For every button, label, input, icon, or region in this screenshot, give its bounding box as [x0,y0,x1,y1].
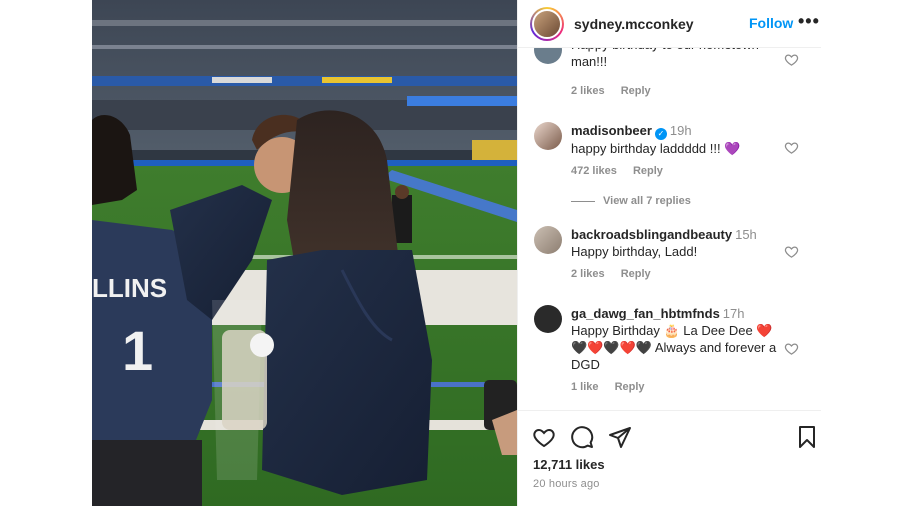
comment-time: 17h [722,306,745,321]
post-timestamp: 20 hours ago [533,478,600,490]
stadium-photo: LLINS 1 [92,0,517,506]
post-header: sydney.mcconkey Follow ••• [518,0,821,48]
comment-likes[interactable]: 2 likes [571,85,605,97]
heart-icon[interactable] [784,140,799,155]
post-actions: 12,711 likes 20 hours ago [518,410,821,506]
view-replies-label: View all 7 replies [603,195,691,207]
comment-likes[interactable]: 1 like [571,381,599,393]
bookmark-icon[interactable] [795,425,819,449]
verified-icon: ✓ [654,128,667,140]
avatar[interactable] [534,48,562,64]
comment-meta: 2 likes Reply [571,268,664,280]
share-icon[interactable] [608,425,632,449]
comment-username[interactable]: ga_dawg_fan_hbtmfnds [571,306,720,321]
follow-button[interactable]: Follow [749,15,793,31]
comment-content: ga_dawg_fan_hbtmfnds 17h Happy Birthday 🎂… [571,305,791,373]
heart-icon[interactable] [532,425,556,449]
reply-button[interactable]: Reply [621,268,651,280]
heart-icon[interactable] [784,341,799,356]
reply-button[interactable]: Reply [633,165,663,177]
comment-icon[interactable] [570,425,594,449]
likes-count[interactable]: 12,711 likes [533,457,605,472]
jersey-number: 1 [122,319,153,382]
avatar[interactable] [534,226,562,254]
comment-text: Happy birthday, Ladd! [571,244,698,259]
more-icon[interactable]: ••• [798,11,820,32]
avatar[interactable] [534,122,562,150]
comment-likes[interactable]: 2 likes [571,268,605,280]
jersey-text: LLINS [92,273,167,303]
view-replies-button[interactable]: View all 7 replies [571,195,691,207]
heart-icon[interactable] [784,244,799,259]
comment-time: 19h [669,123,692,138]
comment-meta: 472 likes Reply [571,165,676,177]
comment-content: backroadsblingandbeauty 15h Happy birthda… [571,226,791,260]
comment-username[interactable]: madisonbeer [571,123,652,138]
post-photo[interactable]: LLINS 1 › [92,0,517,506]
comment-content: madisonbeer ✓ 19h happy birthday laddddd !… [571,122,791,157]
comment-meta: 2 likes Reply [571,85,664,97]
reply-button[interactable]: Reply [615,381,645,393]
avatar[interactable] [530,6,564,41]
post-side-panel: sydney.mcconkey Follow ••• Happy birthda… [517,0,821,506]
comment-username[interactable]: backroadsblingandbeauty [571,227,732,242]
comment-text: Happy birthday to our hometown man!!! [571,48,759,69]
heart-icon[interactable] [784,52,799,67]
comment-meta: 1 like Reply [571,381,658,393]
comment-text: happy birthday laddddd !!! 💜 [571,141,741,156]
comment-likes[interactable]: 472 likes [571,165,617,177]
avatar[interactable] [534,305,562,333]
comment-time: 15h [735,227,757,242]
comments-list[interactable]: Happy birthday to our hometown man!!! 2 … [518,48,821,410]
post-username[interactable]: sydney.mcconkey [574,16,694,32]
reply-button[interactable]: Reply [621,85,651,97]
comment-text: Happy Birthday 🎂 La Dee Dee ❤️ 🖤❤️🖤❤️🖤 A… [571,323,777,372]
